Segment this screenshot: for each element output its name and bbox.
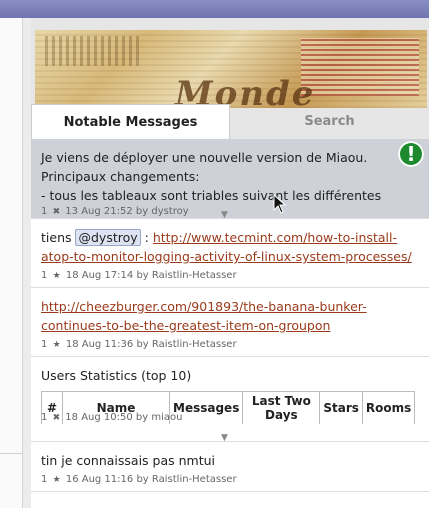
mention-tag[interactable]: @dystroy (75, 229, 141, 246)
mouse-cursor-icon (273, 194, 287, 214)
table-header[interactable]: Last Two Days (242, 391, 321, 424)
list-item[interactable]: http://cheezburger.com/901893/the-banana… (31, 288, 429, 357)
vote-count: 1 (41, 339, 48, 350)
right-panel: Monde Notable Messages Search ! Je viens… (31, 18, 429, 508)
banner-texture (45, 36, 140, 66)
room-banner-image: Monde (35, 30, 427, 108)
banner-newspaper (301, 38, 419, 96)
alert-icon[interactable]: ! (398, 141, 424, 167)
vote-count: 1 (41, 474, 48, 485)
banner-word: Monde (175, 74, 316, 108)
message-author: by miaou (135, 412, 183, 423)
star-icon[interactable]: ★ (53, 271, 61, 281)
message-link[interactable]: http://cheezburger.com/901893/the-banana… (41, 299, 367, 333)
message-author: by Raistlin-Hetasser (136, 339, 237, 350)
message-date: 13 Aug 21:52 (65, 206, 133, 217)
panel-gutter (23, 18, 31, 508)
star-icon[interactable]: ★ (53, 475, 61, 485)
message-content: http://cheezburger.com/901893/the-banana… (41, 297, 419, 335)
tab-search[interactable]: Search (230, 104, 429, 138)
vote-count: 1 (41, 270, 48, 281)
message-author: by Raistlin-Hetasser (136, 474, 237, 485)
table-header[interactable]: Stars (319, 391, 363, 424)
message-meta: 1 ✖ 18 Aug 10:50 by miaou (41, 412, 182, 429)
message-date: 18 Aug 10:50 (65, 412, 133, 423)
message-line: - tous les tableaux sont triables suivan… (41, 188, 382, 203)
tab-notable-messages[interactable]: Notable Messages (31, 104, 230, 139)
list-item[interactable]: tin je connaissais pas nmtui 1 ★ 16 Aug … (31, 442, 429, 492)
message-text: tiens (41, 230, 72, 245)
vote-count: 1 (41, 412, 48, 423)
message-line: Je viens de déployer une nouvelle versio… (41, 150, 368, 165)
message-meta: 1 ★ 18 Aug 17:14 by Raistlin-Hetasser (41, 270, 419, 287)
message-date: 16 Aug 11:16 (65, 474, 134, 485)
top-bar (0, 0, 429, 18)
left-panel (0, 18, 23, 508)
message-date: 18 Aug 11:36 (65, 339, 134, 350)
message-author: by dystroy (135, 206, 189, 217)
table-header[interactable]: Rooms (361, 391, 416, 424)
star-icon[interactable]: ★ (53, 340, 61, 350)
message-meta: 1 ★ 16 Aug 11:16 by Raistlin-Hetasser (41, 474, 419, 491)
stats-title: Users Statistics (top 10) (41, 368, 192, 383)
vote-count: 1 (41, 206, 48, 217)
notable-messages-list: ! Je viens de déployer une nouvelle vers… (31, 139, 429, 508)
pin-icon: ✖ (52, 207, 61, 217)
list-item[interactable]: Users Statistics (top 10) # Name Message… (31, 357, 429, 443)
divider (0, 453, 22, 454)
pin-icon: ✖ (52, 413, 61, 423)
message-author: by Raistlin-Hetasser (136, 270, 237, 281)
message-content: tin je connaissais pas nmtui (41, 453, 216, 468)
message-content: Je viens de déployer une nouvelle versio… (41, 148, 419, 205)
message-line: Principaux changements: (41, 169, 200, 184)
list-item[interactable]: ! Je viens de déployer une nouvelle vers… (31, 139, 429, 220)
list-item[interactable]: tiens @dystroy : http://www.tecmint.com/… (31, 219, 429, 288)
message-meta: 1 ★ 18 Aug 11:36 by Raistlin-Hetasser (41, 339, 419, 356)
panel-tabs: Notable Messages Search (31, 104, 429, 139)
message-date: 18 Aug 17:14 (65, 270, 134, 281)
message-text: : (144, 230, 149, 245)
message-content: tiens @dystroy : http://www.tecmint.com/… (41, 228, 419, 266)
